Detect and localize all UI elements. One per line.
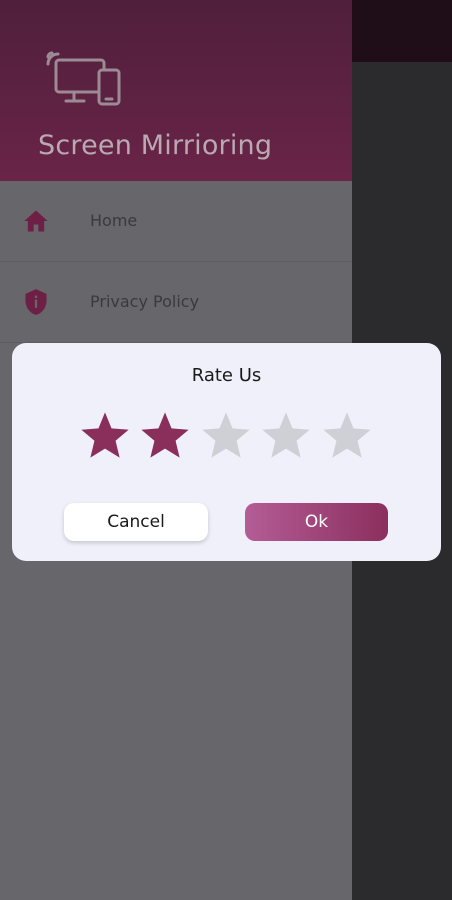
star-1-icon[interactable]	[78, 409, 132, 463]
rate-us-dialog: Rate Us Cancel Ok	[12, 343, 441, 561]
star-5-icon[interactable]	[320, 409, 374, 463]
star-4-icon[interactable]	[259, 409, 313, 463]
star-rating	[78, 409, 378, 463]
ok-button[interactable]: Ok	[245, 503, 388, 541]
star-2-icon[interactable]	[138, 409, 192, 463]
cancel-button[interactable]: Cancel	[64, 503, 208, 541]
dialog-title: Rate Us	[191, 365, 262, 386]
star-3-icon[interactable]	[199, 409, 253, 463]
